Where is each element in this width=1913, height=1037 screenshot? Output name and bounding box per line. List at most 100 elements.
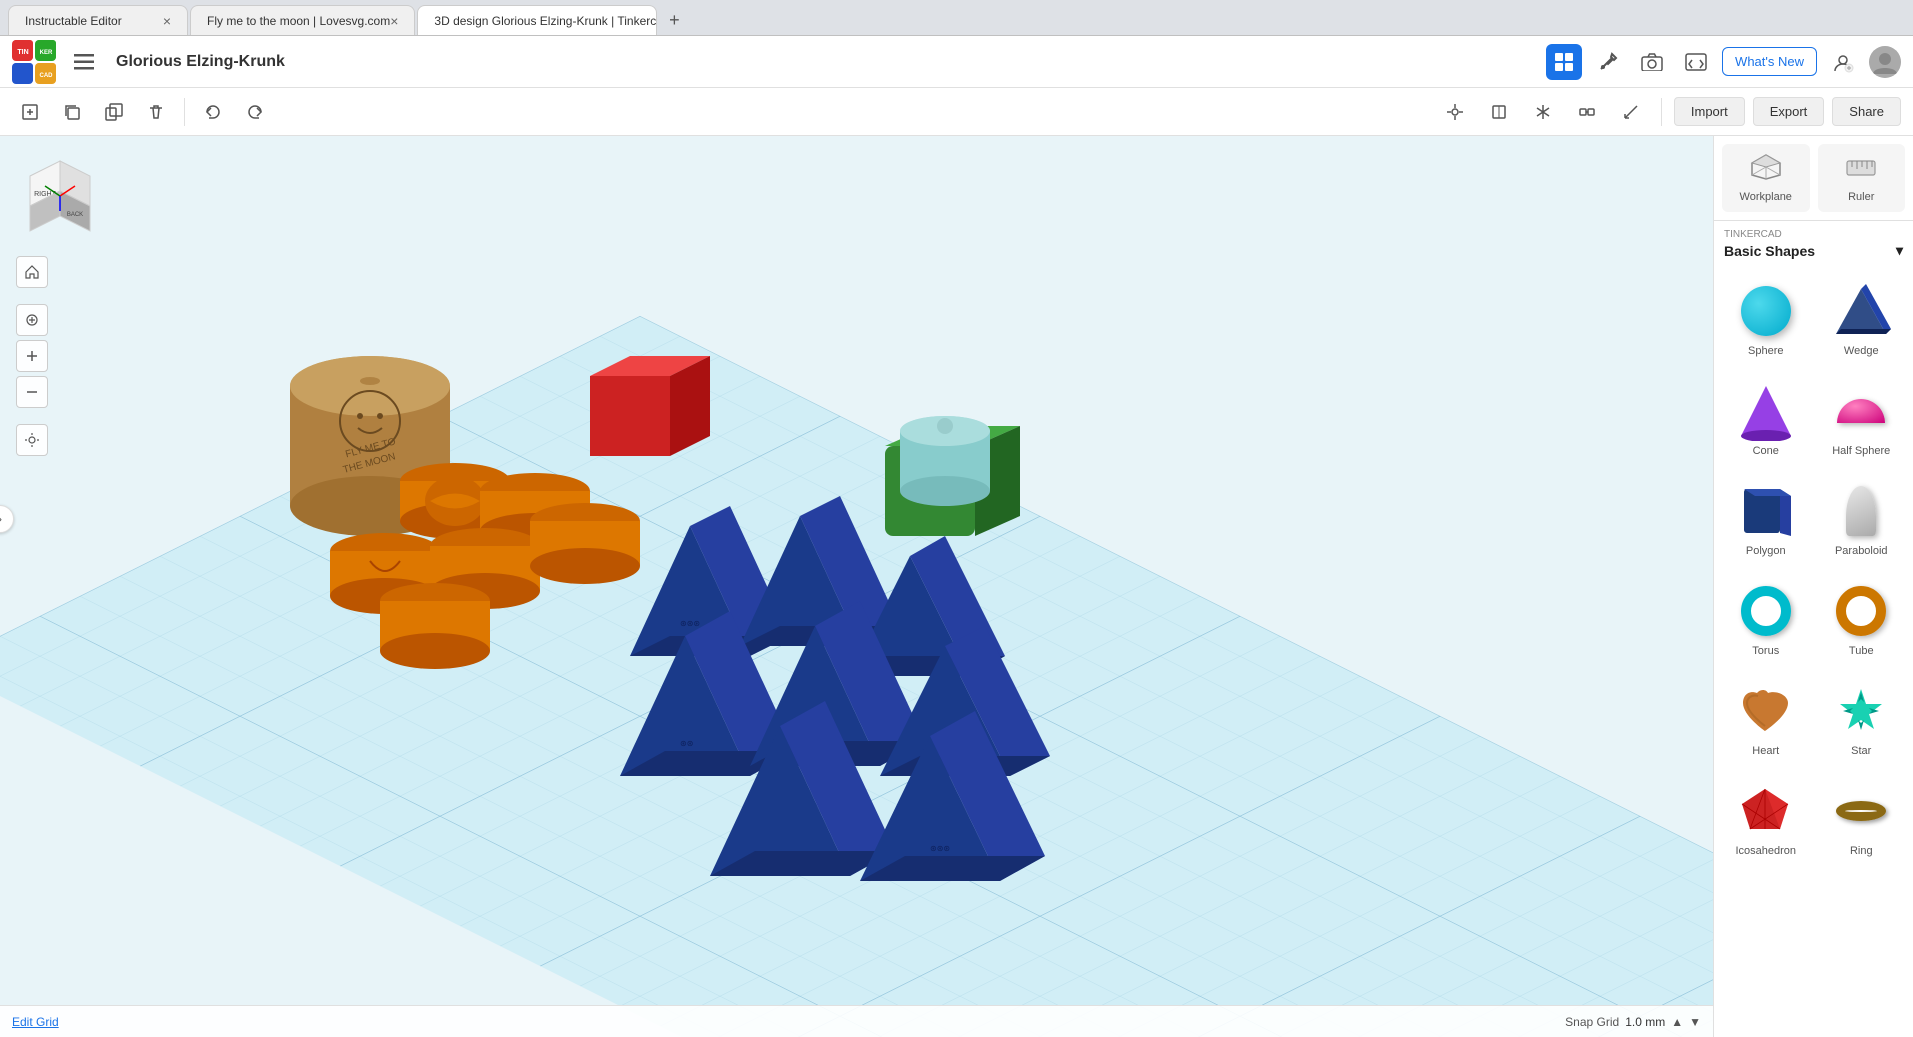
shape-tube[interactable]: Tube xyxy=(1818,573,1906,665)
tab-tinkercad[interactable]: 3D design Glorious Elzing-Krunk | Tinker… xyxy=(417,5,657,35)
main-content: FLY ME TO THE MOON xyxy=(0,136,1913,1037)
action-buttons: Import Export Share xyxy=(1437,94,1901,130)
tube-label: Tube xyxy=(1849,645,1874,657)
whats-new-button[interactable]: What's New xyxy=(1722,47,1817,76)
shape-icosahedron[interactable]: Icosahedron xyxy=(1722,773,1810,865)
new-tab-button[interactable]: + xyxy=(659,5,689,35)
grid-view-icon[interactable] xyxy=(1546,44,1582,80)
shape-heart[interactable]: Heart xyxy=(1722,673,1810,765)
svg-text:BACK: BACK xyxy=(67,212,83,218)
workplane-button[interactable]: Workplane xyxy=(1722,144,1810,212)
ruler-label: Ruler xyxy=(1848,191,1874,203)
shape-paraboloid[interactable]: Paraboloid xyxy=(1818,473,1906,565)
dropdown-arrow-icon: ▾ xyxy=(1896,242,1903,259)
torus-label: Torus xyxy=(1752,645,1779,657)
svg-text:TIN: TIN xyxy=(17,49,28,56)
logo-cell-cad: CAD xyxy=(35,63,56,84)
sphere-icon xyxy=(1736,281,1796,341)
ruler-button[interactable]: Ruler xyxy=(1818,144,1906,212)
menu-icon[interactable] xyxy=(66,44,102,80)
settings-view-button[interactable] xyxy=(16,424,48,456)
polygon-icon xyxy=(1736,481,1796,541)
zoom-out-button[interactable] xyxy=(16,376,48,408)
top-bar: TIN KER CAD Glorious Elzing-Krunk xyxy=(0,36,1913,88)
shape-torus[interactable]: Torus xyxy=(1722,573,1810,665)
shape-star[interactable]: Star xyxy=(1818,673,1906,765)
tab-lovesvg[interactable]: Fly me to the moon | Lovesvg.com × xyxy=(190,5,415,35)
tab-instructable[interactable]: Instructable Editor × xyxy=(8,5,188,35)
panel-top-tools: Workplane Ruler xyxy=(1714,136,1913,221)
wedge-label: Wedge xyxy=(1844,345,1879,357)
viewport-cube[interactable]: RIGHT BACK xyxy=(20,156,100,236)
toolbar-separator xyxy=(184,98,185,126)
tab-close[interactable]: × xyxy=(390,13,398,29)
shapes-dropdown[interactable]: Basic Shapes ▾ xyxy=(1724,240,1903,261)
halfsphere-label: Half Sphere xyxy=(1832,445,1890,457)
group-button[interactable] xyxy=(1569,94,1605,130)
polygon-label: Polygon xyxy=(1746,545,1786,557)
canvas-area[interactable]: FLY ME TO THE MOON xyxy=(0,136,1713,1037)
shape-halfsphere[interactable]: Half Sphere xyxy=(1818,373,1906,465)
delete-button[interactable] xyxy=(138,94,174,130)
shape-ring[interactable]: Ring xyxy=(1818,773,1906,865)
location-button[interactable] xyxy=(1437,94,1473,130)
align-button[interactable] xyxy=(1481,94,1517,130)
new-doc-button[interactable] xyxy=(12,94,48,130)
tools-icon[interactable] xyxy=(1590,44,1626,80)
app-title: Glorious Elzing-Krunk xyxy=(116,53,285,71)
tab-label: Instructable Editor xyxy=(25,14,122,28)
home-view-button[interactable] xyxy=(16,256,48,288)
shape-polygon[interactable]: Polygon xyxy=(1722,473,1810,565)
undo-button[interactable] xyxy=(195,94,231,130)
whats-new-label: What's New xyxy=(1735,54,1804,69)
edit-grid-button[interactable]: Edit Grid xyxy=(12,1015,59,1029)
tab-label: 3D design Glorious Elzing-Krunk | Tinker… xyxy=(434,14,657,28)
star-icon xyxy=(1831,681,1891,741)
shape-wedge[interactable]: Wedge xyxy=(1818,273,1906,365)
logo-cell-ker: KER xyxy=(35,40,56,61)
app-logo: TIN KER CAD xyxy=(12,40,56,84)
import-button[interactable]: Import xyxy=(1674,97,1745,126)
logo-cell-tin: TIN xyxy=(12,40,33,61)
measure-button[interactable] xyxy=(1613,94,1649,130)
ring-label: Ring xyxy=(1850,845,1873,857)
copy-button[interactable] xyxy=(54,94,90,130)
share-button[interactable]: Share xyxy=(1832,97,1901,126)
logo-cell-blue xyxy=(12,63,33,84)
halfsphere-icon xyxy=(1831,381,1891,441)
redo-button[interactable] xyxy=(237,94,273,130)
tube-icon xyxy=(1831,581,1891,641)
zoom-in-button[interactable] xyxy=(16,340,48,372)
paraboloid-label: Paraboloid xyxy=(1835,545,1888,557)
shape-cone[interactable]: Cone xyxy=(1722,373,1810,465)
shapes-title: Basic Shapes xyxy=(1724,243,1815,259)
right-panel: › Workplane xyxy=(1713,136,1913,1037)
app-wrapper: TIN KER CAD Glorious Elzing-Krunk xyxy=(0,36,1913,1037)
left-controls xyxy=(16,256,48,456)
heart-icon xyxy=(1736,681,1796,741)
user-avatar[interactable] xyxy=(1869,46,1901,78)
cone-icon xyxy=(1736,381,1796,441)
star-label: Star xyxy=(1851,745,1871,757)
top-bar-icons: What's New xyxy=(1546,44,1901,80)
icosahedron-label: Icosahedron xyxy=(1735,845,1796,857)
mirror-button[interactable] xyxy=(1525,94,1561,130)
export-button[interactable]: Export xyxy=(1753,97,1825,126)
shape-sphere[interactable]: Sphere xyxy=(1722,273,1810,365)
zoom-fit-button[interactable] xyxy=(16,304,48,336)
shapes-header: Tinkercad Basic Shapes ▾ xyxy=(1714,221,1913,265)
browser-tabs: Instructable Editor × Fly me to the moon… xyxy=(0,0,1913,36)
svg-text:⊛⊛: ⊛⊛ xyxy=(680,739,693,748)
wedge-icon xyxy=(1831,281,1891,341)
duplicate-button[interactable] xyxy=(96,94,132,130)
snap-value-up[interactable]: ▲ xyxy=(1671,1015,1683,1029)
ring-icon xyxy=(1831,781,1891,841)
camera-icon[interactable] xyxy=(1634,44,1670,80)
sphere-label: Sphere xyxy=(1748,345,1783,357)
code-icon[interactable] xyxy=(1678,44,1714,80)
action-separator xyxy=(1661,98,1662,126)
tab-close[interactable]: × xyxy=(163,13,171,29)
svg-text:⊛⊛⊛: ⊛⊛⊛ xyxy=(930,844,950,853)
user-settings-icon[interactable] xyxy=(1825,44,1861,80)
snap-value-down[interactable]: ▼ xyxy=(1689,1015,1701,1029)
